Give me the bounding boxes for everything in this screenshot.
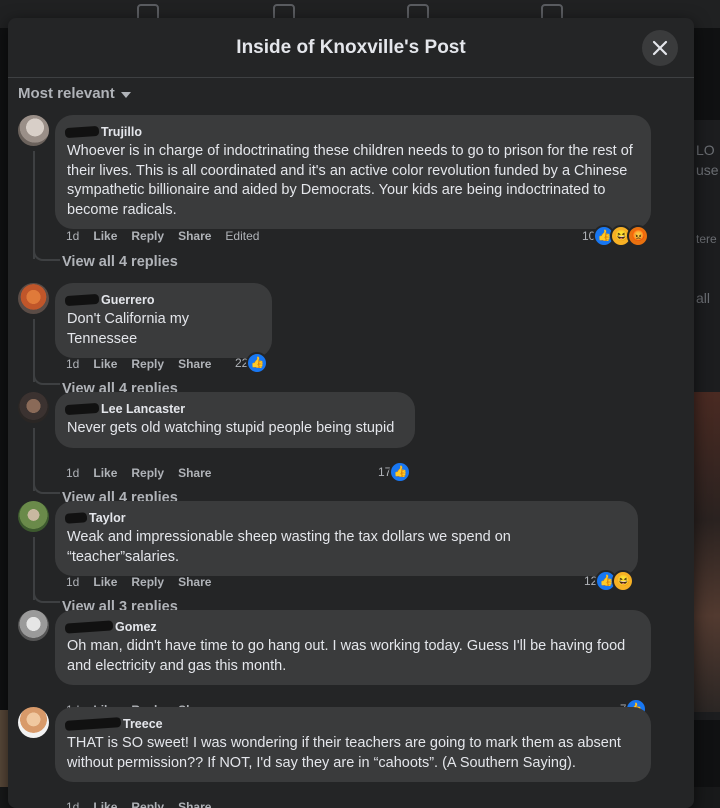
chevron-down-icon <box>120 91 131 98</box>
close-icon <box>652 40 668 56</box>
avatar[interactable] <box>18 283 49 314</box>
background-snippet: use <box>696 162 719 178</box>
share-button[interactable]: Share <box>178 466 211 480</box>
reply-button[interactable]: Reply <box>131 357 164 371</box>
like-button[interactable]: Like <box>93 575 117 589</box>
sort-label: Most relevant <box>18 85 115 102</box>
dialog-header: Inside of Knoxville's Post <box>8 18 694 78</box>
background-snippet: tere <box>696 232 717 246</box>
comment-bubble: Lee Lancaster Never gets old watching st… <box>55 392 415 448</box>
comment-author[interactable]: Gomez <box>64 620 157 634</box>
background-snippet: LO <box>696 142 715 158</box>
reply-button[interactable]: Reply <box>131 575 164 589</box>
reaction-summary[interactable]: 12 👍 😆 <box>584 570 635 592</box>
comment-text: Never gets old watching stupid people be… <box>67 420 395 436</box>
reply-connector <box>33 249 60 261</box>
reaction-summary[interactable]: 10 👍 😆 😡 <box>582 225 650 247</box>
comment-author[interactable]: Treece <box>64 717 163 731</box>
comment-actions: 1d Like Reply Share <box>66 357 211 371</box>
redaction-scribble <box>64 512 88 524</box>
comment-bubble: Taylor Weak and impressionable sheep was… <box>55 501 638 576</box>
comment-actions: 1d Like Reply Share Edited <box>66 229 259 243</box>
background-snippet: all <box>696 290 711 306</box>
comment-author[interactable]: Lee Lancaster <box>64 402 185 416</box>
comment-author[interactable]: Taylor <box>64 511 126 525</box>
sort-dropdown[interactable]: Most relevant <box>18 85 131 102</box>
comment-actions: 1d Like Reply Share <box>66 575 211 589</box>
haha-reaction-icon: 😆 <box>612 570 635 592</box>
comment-time[interactable]: 1d <box>66 357 79 371</box>
comment-bubble: Guerrero Don't California my Tennessee <box>55 283 272 358</box>
share-button[interactable]: Share <box>178 357 211 371</box>
avatar[interactable] <box>18 707 49 738</box>
comment-author[interactable]: Guerrero <box>64 293 155 307</box>
like-reaction-icon: 👍 <box>246 352 269 374</box>
thread-line <box>33 151 35 259</box>
comment-time[interactable]: 1d <box>66 466 79 480</box>
reply-connector <box>33 591 60 603</box>
comment-bubble: Treece THAT is SO sweet! I was wondering… <box>55 707 651 782</box>
like-button[interactable]: Like <box>93 466 117 480</box>
comment-time[interactable]: 1d <box>66 575 79 589</box>
reply-button[interactable]: Reply <box>131 466 164 480</box>
background-photo <box>694 392 720 712</box>
comment-author[interactable]: Trujillo <box>64 125 142 139</box>
close-button[interactable] <box>642 30 678 66</box>
share-button[interactable]: Share <box>178 229 211 243</box>
reply-connector <box>33 482 60 494</box>
avatar[interactable] <box>18 115 49 146</box>
dialog-title: Inside of Knoxville's Post <box>236 37 466 58</box>
comment-time[interactable]: 1d <box>66 800 79 808</box>
share-button[interactable]: Share <box>178 800 211 808</box>
reply-button[interactable]: Reply <box>131 800 164 808</box>
like-button[interactable]: Like <box>93 357 117 371</box>
background-photo <box>0 710 8 787</box>
avatar[interactable] <box>18 610 49 641</box>
comment-time[interactable]: 1d <box>66 229 79 243</box>
comment-text: Oh man, didn't have time to go hang out.… <box>67 638 626 674</box>
reaction-summary[interactable]: 17 👍 <box>378 461 412 483</box>
post-dialog: Inside of Knoxville's Post Most relevant… <box>8 18 694 808</box>
comment-bubble: Trujillo Whoever is in charge of indoctr… <box>55 115 651 229</box>
comment-actions: 1d Like Reply Share <box>66 466 211 480</box>
edited-label: Edited <box>225 229 260 243</box>
share-button[interactable]: Share <box>178 575 211 589</box>
comment-text: THAT is SO sweet! I was wondering if the… <box>67 735 621 771</box>
reply-connector <box>33 373 60 385</box>
comment-text: Don't California my Tennessee <box>67 311 190 347</box>
comment-text: Weak and impressionable sheep wasting th… <box>67 529 511 565</box>
angry-reaction-icon: 😡 <box>627 225 650 247</box>
view-replies-link[interactable]: View all 4 replies <box>62 254 178 270</box>
like-reaction-icon: 👍 <box>389 461 412 483</box>
comment-text: Whoever is in charge of indoctrinating t… <box>67 143 633 218</box>
comment-actions: 1d Like Reply Share <box>66 800 211 808</box>
comment-bubble: Gomez Oh man, didn't have time to go han… <box>55 610 651 685</box>
like-button[interactable]: Like <box>93 800 117 808</box>
reaction-summary[interactable]: 22 👍 <box>235 352 269 374</box>
avatar[interactable] <box>18 392 49 423</box>
like-button[interactable]: Like <box>93 229 117 243</box>
avatar[interactable] <box>18 501 49 532</box>
reply-button[interactable]: Reply <box>131 229 164 243</box>
